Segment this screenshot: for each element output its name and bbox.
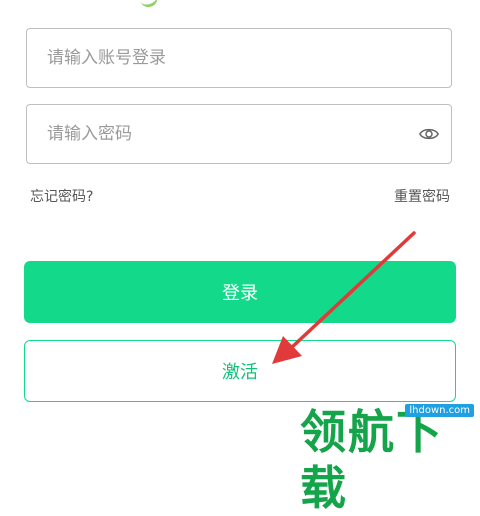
activate-button[interactable]: 激活 <box>24 340 456 402</box>
account-input[interactable] <box>27 28 409 88</box>
forgot-password-link[interactable]: 忘记密码? <box>30 186 93 206</box>
watermark-url: lhdown.com <box>405 404 474 417</box>
account-field[interactable] <box>26 28 452 88</box>
login-button-label: 登录 <box>222 283 258 304</box>
password-field[interactable] <box>26 104 452 164</box>
password-input[interactable] <box>27 104 409 164</box>
activate-button-label: 激活 <box>222 362 258 383</box>
eye-icon[interactable] <box>419 124 439 144</box>
reset-password-link[interactable]: 重置密码 <box>394 186 450 206</box>
watermark-text: 领航下载 <box>300 405 444 515</box>
watermark: 领航下载 lhdown.com <box>298 400 480 515</box>
login-button[interactable]: 登录 <box>24 261 456 323</box>
logo-fragment <box>137 0 161 10</box>
